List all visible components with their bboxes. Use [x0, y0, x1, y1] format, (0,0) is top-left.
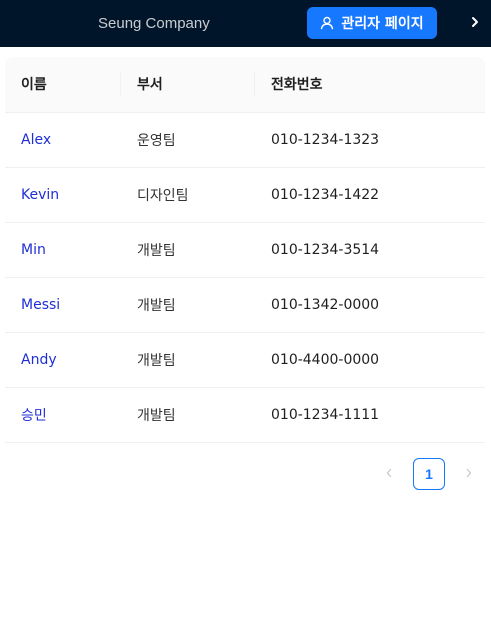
name-cell: Messi: [5, 277, 121, 333]
column-header-name: 이름: [5, 57, 121, 113]
company-name: Seung Company: [98, 15, 210, 32]
table-header-row: 이름 부서 전화번호: [5, 57, 485, 113]
page-number-button[interactable]: 1: [413, 458, 445, 490]
chevron-right-icon: [470, 15, 480, 33]
department-cell: 운영팀: [121, 112, 255, 168]
phone-cell: 010-1234-1111: [255, 387, 485, 443]
name-cell: Min: [5, 222, 121, 278]
table-row: Messi 개발팀 010-1342-0000: [5, 277, 485, 333]
department-cell: 개발팀: [121, 277, 255, 333]
employee-name-link[interactable]: Min: [21, 242, 46, 258]
department-cell: 개발팀: [121, 222, 255, 278]
employee-name-link[interactable]: Alex: [21, 132, 51, 148]
department-cell: 개발팀: [121, 332, 255, 388]
phone-cell: 010-1234-1323: [255, 112, 485, 168]
next-page-button[interactable]: [456, 458, 482, 490]
name-cell: 승민: [5, 387, 121, 443]
employee-name-link[interactable]: Messi: [21, 297, 60, 313]
phone-cell: 010-1342-0000: [255, 277, 485, 333]
admin-page-button-label: 관리자 페이지: [341, 16, 424, 32]
name-cell: Kevin: [5, 167, 121, 223]
table-row: Andy 개발팀 010-4400-0000: [5, 332, 485, 388]
column-header-phone: 전화번호: [255, 57, 485, 113]
menu-overflow-button[interactable]: [466, 14, 484, 34]
user-icon: [320, 16, 334, 30]
pagination: 1: [376, 458, 482, 490]
employee-name-link[interactable]: Andy: [21, 352, 57, 368]
employee-name-link[interactable]: Kevin: [21, 187, 59, 203]
employee-name-link[interactable]: 승민: [21, 408, 47, 424]
column-header-department: 부서: [121, 57, 255, 113]
department-cell: 개발팀: [121, 387, 255, 443]
name-cell: Andy: [5, 332, 121, 388]
phone-cell: 010-1234-1422: [255, 167, 485, 223]
admin-page-button[interactable]: 관리자 페이지: [307, 7, 437, 39]
chevron-left-icon: [385, 465, 393, 483]
table-row: Min 개발팀 010-1234-3514: [5, 222, 485, 278]
top-navigation-bar: Seung Company 관리자 페이지: [0, 0, 491, 47]
employee-table: 이름 부서 전화번호 Alex 운영팀 010-1234-1323 Kevin …: [5, 57, 485, 443]
table-row: 승민 개발팀 010-1234-1111: [5, 387, 485, 443]
chevron-right-icon: [465, 465, 473, 483]
phone-cell: 010-4400-0000: [255, 332, 485, 388]
table-row: Kevin 디자인팀 010-1234-1422: [5, 167, 485, 223]
previous-page-button[interactable]: [376, 458, 402, 490]
table-row: Alex 운영팀 010-1234-1323: [5, 112, 485, 168]
name-cell: Alex: [5, 112, 121, 168]
department-cell: 디자인팀: [121, 167, 255, 223]
phone-cell: 010-1234-3514: [255, 222, 485, 278]
